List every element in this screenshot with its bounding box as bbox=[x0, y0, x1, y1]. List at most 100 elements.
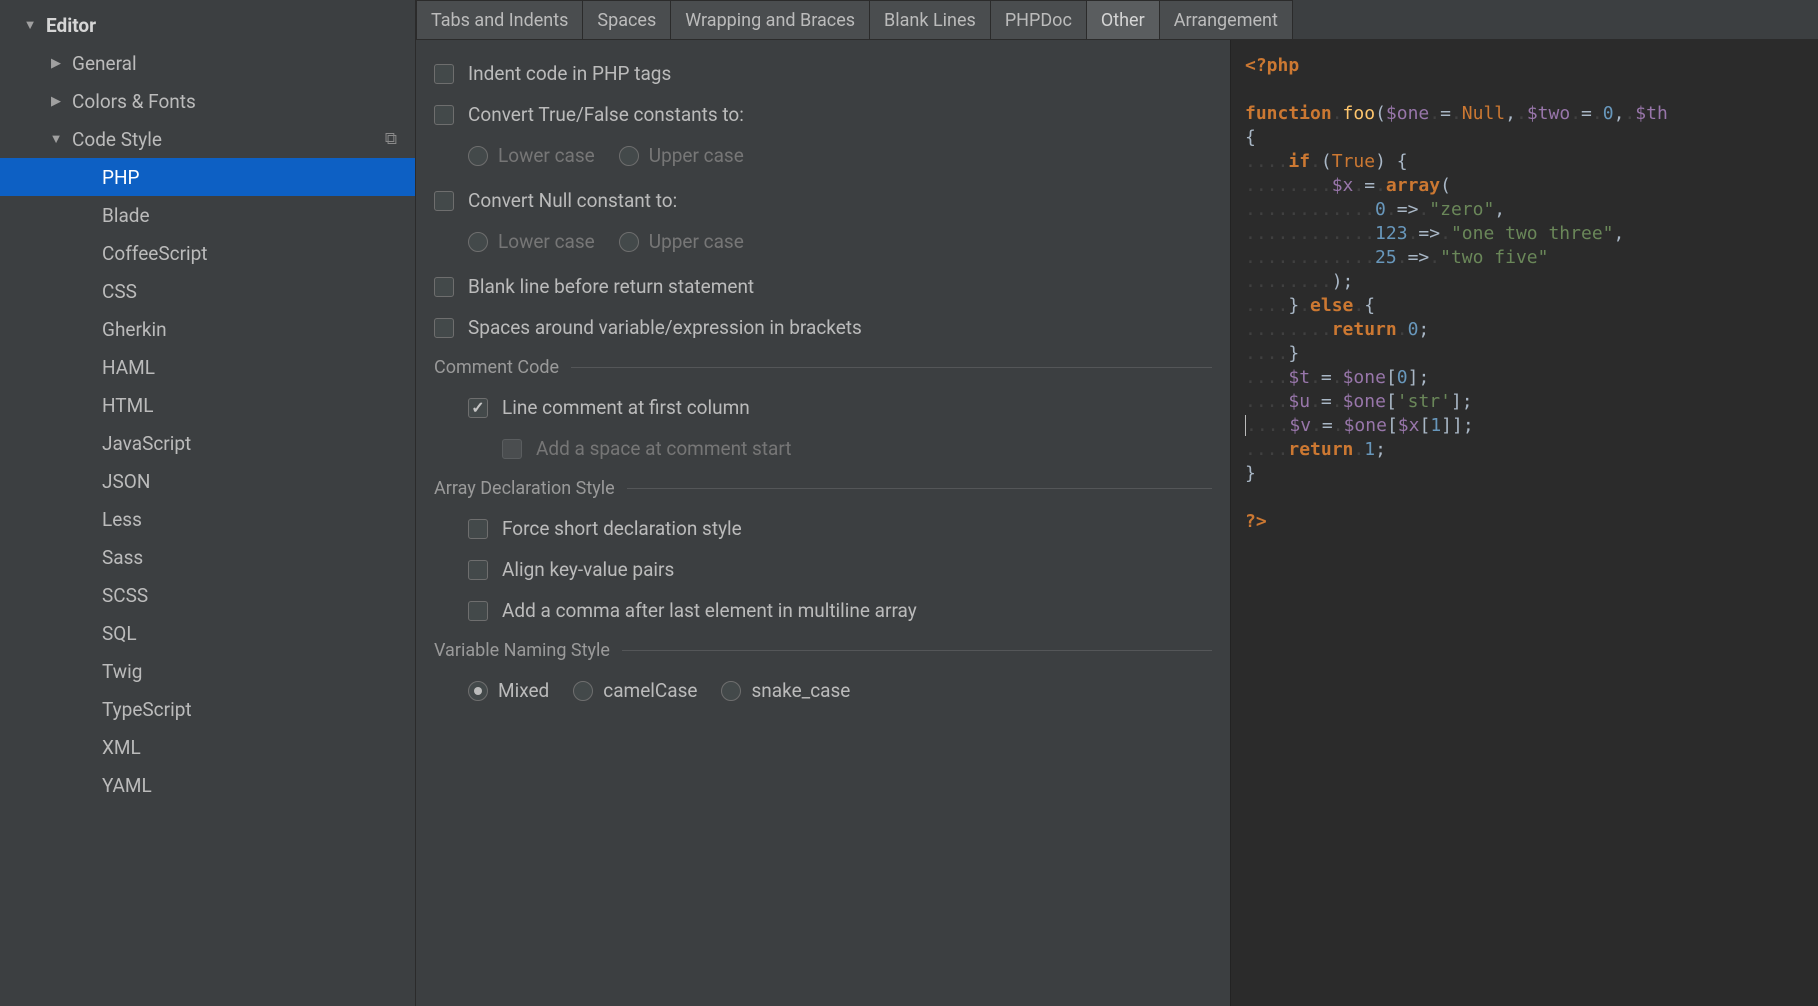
var-u: $u bbox=[1288, 391, 1310, 412]
checkbox-icon[interactable] bbox=[434, 191, 454, 211]
radio-label: camelCase bbox=[603, 679, 697, 702]
radio-icon[interactable] bbox=[619, 232, 639, 252]
var-one: $one bbox=[1343, 367, 1386, 388]
tree-node-colors-fonts[interactable]: ▶ Colors & Fonts bbox=[0, 82, 415, 120]
section-label: Variable Naming Style bbox=[434, 640, 610, 661]
tab-content: Indent code in PHP tags Convert True/Fal… bbox=[416, 40, 1818, 1006]
opt-force-short-decl[interactable]: Force short declaration style bbox=[434, 517, 1212, 540]
tab-arrangement[interactable]: Arrangement bbox=[1160, 0, 1293, 39]
checkbox-icon[interactable] bbox=[468, 601, 488, 621]
radio-camelcase[interactable]: camelCase bbox=[573, 679, 697, 702]
radio-label: Mixed bbox=[498, 679, 549, 702]
tree-node-general[interactable]: ▶ General bbox=[0, 44, 415, 82]
chevron-right-icon: ▶ bbox=[46, 94, 66, 109]
radio-mixed[interactable]: Mixed bbox=[468, 679, 549, 702]
key-0: 0 bbox=[1375, 199, 1386, 220]
const-null: Null bbox=[1462, 103, 1505, 124]
tree-node-coffeescript[interactable]: CoffeeScript bbox=[0, 234, 415, 272]
tree-label: CSS bbox=[96, 280, 137, 303]
section-comment-code: Comment Code bbox=[434, 357, 1212, 378]
var-two: $two bbox=[1527, 103, 1570, 124]
tree-node-css[interactable]: CSS bbox=[0, 272, 415, 310]
tab-phpdoc[interactable]: PHPDoc bbox=[991, 0, 1087, 39]
tree-node-scss[interactable]: SCSS bbox=[0, 576, 415, 614]
tab-tabs-indents[interactable]: Tabs and Indents bbox=[416, 0, 583, 39]
tab-other[interactable]: Other bbox=[1087, 0, 1160, 39]
tab-wrapping-braces[interactable]: Wrapping and Braces bbox=[671, 0, 870, 39]
var-th: $th bbox=[1635, 103, 1668, 124]
var-one: $one bbox=[1386, 103, 1429, 124]
radio-group-true-false-case: Lower case Upper case bbox=[434, 144, 1212, 167]
radio-lower-case[interactable]: Lower case bbox=[468, 230, 595, 253]
option-label: Convert True/False constants to: bbox=[468, 103, 744, 126]
idx-0: 0 bbox=[1397, 367, 1408, 388]
tab-spaces[interactable]: Spaces bbox=[583, 0, 671, 39]
idx-str: 'str' bbox=[1397, 391, 1451, 412]
tab-blank-lines[interactable]: Blank Lines bbox=[870, 0, 991, 39]
tree-node-sql[interactable]: SQL bbox=[0, 614, 415, 652]
opt-line-comment-first-col[interactable]: Line comment at first column bbox=[434, 396, 1212, 419]
opt-add-comma-last[interactable]: Add a comma after last element in multil… bbox=[434, 599, 1212, 622]
checkbox-icon[interactable] bbox=[434, 105, 454, 125]
radio-icon[interactable] bbox=[573, 681, 593, 701]
checkbox-icon[interactable] bbox=[434, 277, 454, 297]
checkbox-icon[interactable] bbox=[434, 64, 454, 84]
radio-upper-case[interactable]: Upper case bbox=[619, 230, 744, 253]
tree-node-json[interactable]: JSON bbox=[0, 462, 415, 500]
tree-label: Editor bbox=[40, 14, 96, 37]
radio-icon[interactable] bbox=[468, 681, 488, 701]
radio-label: Lower case bbox=[498, 230, 595, 253]
radio-lower-case[interactable]: Lower case bbox=[468, 144, 595, 167]
idx-1: 1 bbox=[1430, 415, 1441, 436]
tree-node-blade[interactable]: Blade bbox=[0, 196, 415, 234]
tree-node-gherkin[interactable]: Gherkin bbox=[0, 310, 415, 348]
radio-icon[interactable] bbox=[619, 146, 639, 166]
option-label: Align key-value pairs bbox=[502, 558, 674, 581]
tree-node-javascript[interactable]: JavaScript bbox=[0, 424, 415, 462]
checkbox-icon[interactable] bbox=[434, 318, 454, 338]
radio-icon[interactable] bbox=[468, 146, 488, 166]
tree-node-yaml[interactable]: YAML bbox=[0, 766, 415, 804]
tree-label: TypeScript bbox=[96, 698, 192, 721]
kw-return: return bbox=[1288, 439, 1353, 460]
checkbox-icon[interactable] bbox=[468, 398, 488, 418]
tree-label: JSON bbox=[96, 470, 150, 493]
var-one: $one bbox=[1344, 415, 1387, 436]
opt-convert-null[interactable]: Convert Null constant to: bbox=[434, 189, 1212, 212]
kw-array: array bbox=[1386, 175, 1440, 196]
code-style-tabs: Tabs and Indents Spaces Wrapping and Bra… bbox=[416, 0, 1818, 40]
opt-spaces-around-brackets[interactable]: Spaces around variable/expression in bra… bbox=[434, 316, 1212, 339]
divider bbox=[627, 488, 1212, 489]
radio-upper-case[interactable]: Upper case bbox=[619, 144, 744, 167]
radio-icon[interactable] bbox=[468, 232, 488, 252]
option-label: Add a space at comment start bbox=[536, 437, 791, 460]
radio-snakecase[interactable]: snake_case bbox=[721, 679, 850, 702]
opt-align-kv[interactable]: Align key-value pairs bbox=[434, 558, 1212, 581]
php-open-tag: <?php bbox=[1245, 55, 1299, 76]
tree-node-sass[interactable]: Sass bbox=[0, 538, 415, 576]
kw-if: if bbox=[1288, 151, 1310, 172]
main-panel: Tabs and Indents Spaces Wrapping and Bra… bbox=[416, 0, 1818, 1006]
opt-convert-true-false[interactable]: Convert True/False constants to: bbox=[434, 103, 1212, 126]
opt-indent-php-tags[interactable]: Indent code in PHP tags bbox=[434, 62, 1212, 85]
tree-node-typescript[interactable]: TypeScript bbox=[0, 690, 415, 728]
checkbox-icon[interactable] bbox=[468, 519, 488, 539]
tree-node-html[interactable]: HTML bbox=[0, 386, 415, 424]
tree-node-xml[interactable]: XML bbox=[0, 728, 415, 766]
key-123: 123 bbox=[1375, 223, 1408, 244]
tree-node-code-style[interactable]: ▼ Code Style ⧉ bbox=[0, 120, 415, 158]
checkbox-icon[interactable] bbox=[468, 560, 488, 580]
copy-icon[interactable]: ⧉ bbox=[385, 129, 397, 149]
tree-label: SCSS bbox=[96, 584, 148, 607]
tree-node-haml[interactable]: HAML bbox=[0, 348, 415, 386]
tree-node-php[interactable]: PHP bbox=[0, 158, 415, 196]
tree-node-editor[interactable]: ▼ Editor bbox=[0, 6, 415, 44]
tree-node-less[interactable]: Less bbox=[0, 500, 415, 538]
tree-node-twig[interactable]: Twig bbox=[0, 652, 415, 690]
var-v: $v bbox=[1289, 415, 1311, 436]
radio-icon[interactable] bbox=[721, 681, 741, 701]
opt-blank-before-return[interactable]: Blank line before return statement bbox=[434, 275, 1212, 298]
code-preview: <?php function.foo($one.=.Null,.$two.=.0… bbox=[1230, 40, 1818, 1006]
kw-else: else bbox=[1310, 295, 1353, 316]
checkbox-icon bbox=[502, 439, 522, 459]
